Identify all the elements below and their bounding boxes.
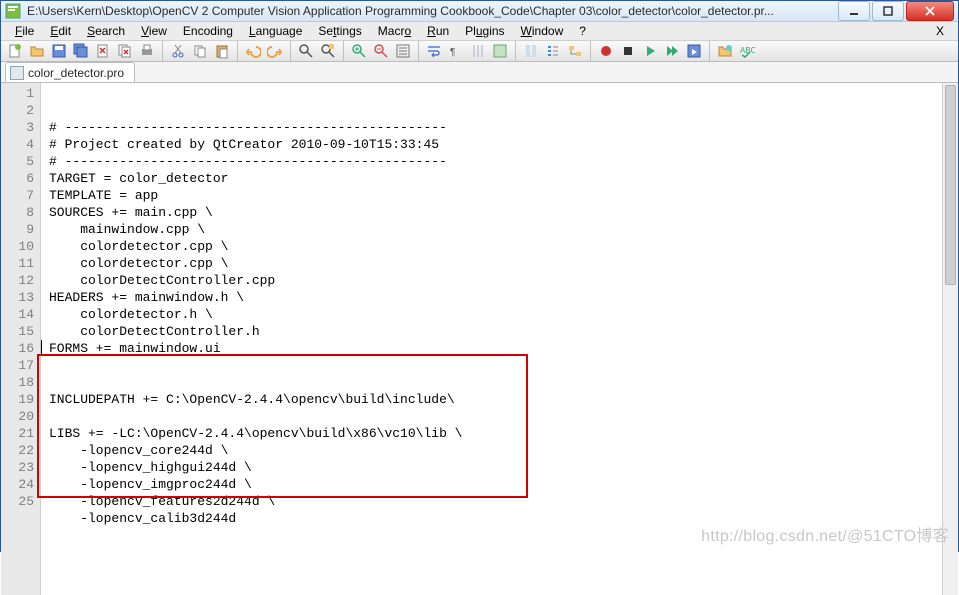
toolbar-sep: [709, 41, 710, 61]
print-icon[interactable]: [137, 41, 157, 61]
menu-file[interactable]: File: [7, 22, 42, 40]
code-line[interactable]: colorDetectController.h: [49, 323, 958, 340]
toolbar-sep: [162, 41, 163, 61]
app-icon: [5, 3, 21, 19]
toolbar-sep: [343, 41, 344, 61]
code-line[interactable]: TEMPLATE = app: [49, 187, 958, 204]
replace-icon[interactable]: [318, 41, 338, 61]
macro-play-icon[interactable]: [640, 41, 660, 61]
toolbar-sep: [515, 41, 516, 61]
menu-search[interactable]: Search: [79, 22, 133, 40]
tab-label: color_detector.pro: [28, 66, 124, 80]
toolbar-sep: [590, 41, 591, 61]
doc-map-icon[interactable]: [521, 41, 541, 61]
new-file-icon[interactable]: [5, 41, 25, 61]
menu-plugins[interactable]: Plugins: [457, 22, 512, 40]
code-line[interactable]: colordetector.cpp \: [49, 255, 958, 272]
code-line[interactable]: -lopencv_imgproc244d \: [49, 476, 958, 493]
menu-encoding[interactable]: Encoding: [175, 22, 241, 40]
code-line[interactable]: colordetector.h \: [49, 306, 958, 323]
line-gutter: 1234567891011121314151617181920212223242…: [1, 83, 41, 595]
code-line[interactable]: INCLUDEPATH += C:\OpenCV-2.4.4\opencv\bu…: [49, 391, 958, 408]
code-line[interactable]: [49, 374, 958, 391]
toolbar: ¶ ABC: [1, 41, 958, 62]
vertical-scrollbar[interactable]: [942, 83, 958, 595]
code-line[interactable]: mainwindow.cpp \: [49, 221, 958, 238]
open-file-icon[interactable]: [27, 41, 47, 61]
save-all-icon[interactable]: [71, 41, 91, 61]
code-line[interactable]: -lopencv_highgui244d \: [49, 459, 958, 476]
menu-view[interactable]: View: [133, 22, 175, 40]
folder-tree-icon[interactable]: [565, 41, 585, 61]
code-line[interactable]: SOURCES += main.cpp \: [49, 204, 958, 221]
svg-text:¶: ¶: [450, 47, 455, 58]
code-line[interactable]: [49, 527, 958, 544]
code-line[interactable]: FORMS += mainwindow.ui: [49, 340, 958, 357]
func-list-icon[interactable]: [543, 41, 563, 61]
menubar: File Edit Search View Encoding Language …: [1, 22, 958, 41]
spellcheck-icon[interactable]: ABC: [737, 41, 757, 61]
menu-file-rest: ile: [22, 24, 34, 38]
indent-guides-icon[interactable]: [468, 41, 488, 61]
show-all-chars-icon[interactable]: ¶: [446, 41, 466, 61]
tabbar: color_detector.pro: [1, 62, 958, 83]
text-caret: [41, 340, 42, 355]
cut-icon[interactable]: [168, 41, 188, 61]
titlebar: E:\Users\Kern\Desktop\OpenCV 2 Computer …: [1, 1, 958, 22]
zoom-out-icon[interactable]: [371, 41, 391, 61]
code-line[interactable]: # --------------------------------------…: [49, 119, 958, 136]
macro-save-icon[interactable]: [684, 41, 704, 61]
close-file-icon[interactable]: [93, 41, 113, 61]
code-line[interactable]: TARGET = color_detector: [49, 170, 958, 187]
scrollbar-thumb[interactable]: [945, 85, 956, 285]
code-line[interactable]: -lopencv_core244d \: [49, 442, 958, 459]
macro-record-icon[interactable]: [596, 41, 616, 61]
menu-close-x[interactable]: X: [928, 22, 952, 40]
code-area[interactable]: # --------------------------------------…: [41, 83, 958, 595]
tab-active[interactable]: color_detector.pro: [5, 62, 135, 82]
toolbar-sep: [290, 41, 291, 61]
open-recent-icon[interactable]: [715, 41, 735, 61]
undo-icon[interactable]: [243, 41, 263, 61]
sync-scroll-icon[interactable]: [393, 41, 413, 61]
code-line[interactable]: # --------------------------------------…: [49, 153, 958, 170]
editor[interactable]: 1234567891011121314151617181920212223242…: [1, 83, 958, 595]
save-icon[interactable]: [49, 41, 69, 61]
maximize-button[interactable]: [872, 1, 904, 21]
code-line[interactable]: LIBS += -LC:\OpenCV-2.4.4\opencv\build\x…: [49, 425, 958, 442]
close-all-icon[interactable]: [115, 41, 135, 61]
code-line[interactable]: HEADERS += mainwindow.h \: [49, 289, 958, 306]
code-line[interactable]: -lopencv_calib3d244d: [49, 510, 958, 527]
menu-language[interactable]: Language: [241, 22, 310, 40]
code-line[interactable]: [49, 357, 958, 374]
macro-stop-icon[interactable]: [618, 41, 638, 61]
code-line[interactable]: -lopencv_features2d244d \: [49, 493, 958, 510]
menu-edit[interactable]: Edit: [42, 22, 79, 40]
toolbar-sep: [237, 41, 238, 61]
code-line[interactable]: [49, 408, 958, 425]
minimize-button[interactable]: [838, 1, 870, 21]
code-line[interactable]: colordetector.cpp \: [49, 238, 958, 255]
code-line[interactable]: # Project created by QtCreator 2010-09-1…: [49, 136, 958, 153]
close-button[interactable]: [906, 1, 954, 21]
copy-icon[interactable]: [190, 41, 210, 61]
zoom-in-icon[interactable]: [349, 41, 369, 61]
toolbar-sep: [418, 41, 419, 61]
redo-icon[interactable]: [265, 41, 285, 61]
macro-play-multi-icon[interactable]: [662, 41, 682, 61]
paste-icon[interactable]: [212, 41, 232, 61]
menu-settings[interactable]: Settings: [310, 22, 369, 40]
user-lang-icon[interactable]: [490, 41, 510, 61]
menu-window[interactable]: Window: [513, 22, 572, 40]
code-line[interactable]: colorDetectController.cpp: [49, 272, 958, 289]
menu-macro[interactable]: Macro: [370, 22, 419, 40]
find-icon[interactable]: [296, 41, 316, 61]
window-title: E:\Users\Kern\Desktop\OpenCV 2 Computer …: [27, 4, 836, 18]
wordwrap-icon[interactable]: [424, 41, 444, 61]
menu-run[interactable]: Run: [419, 22, 457, 40]
menu-help[interactable]: ?: [571, 22, 594, 40]
file-icon: [10, 66, 24, 80]
